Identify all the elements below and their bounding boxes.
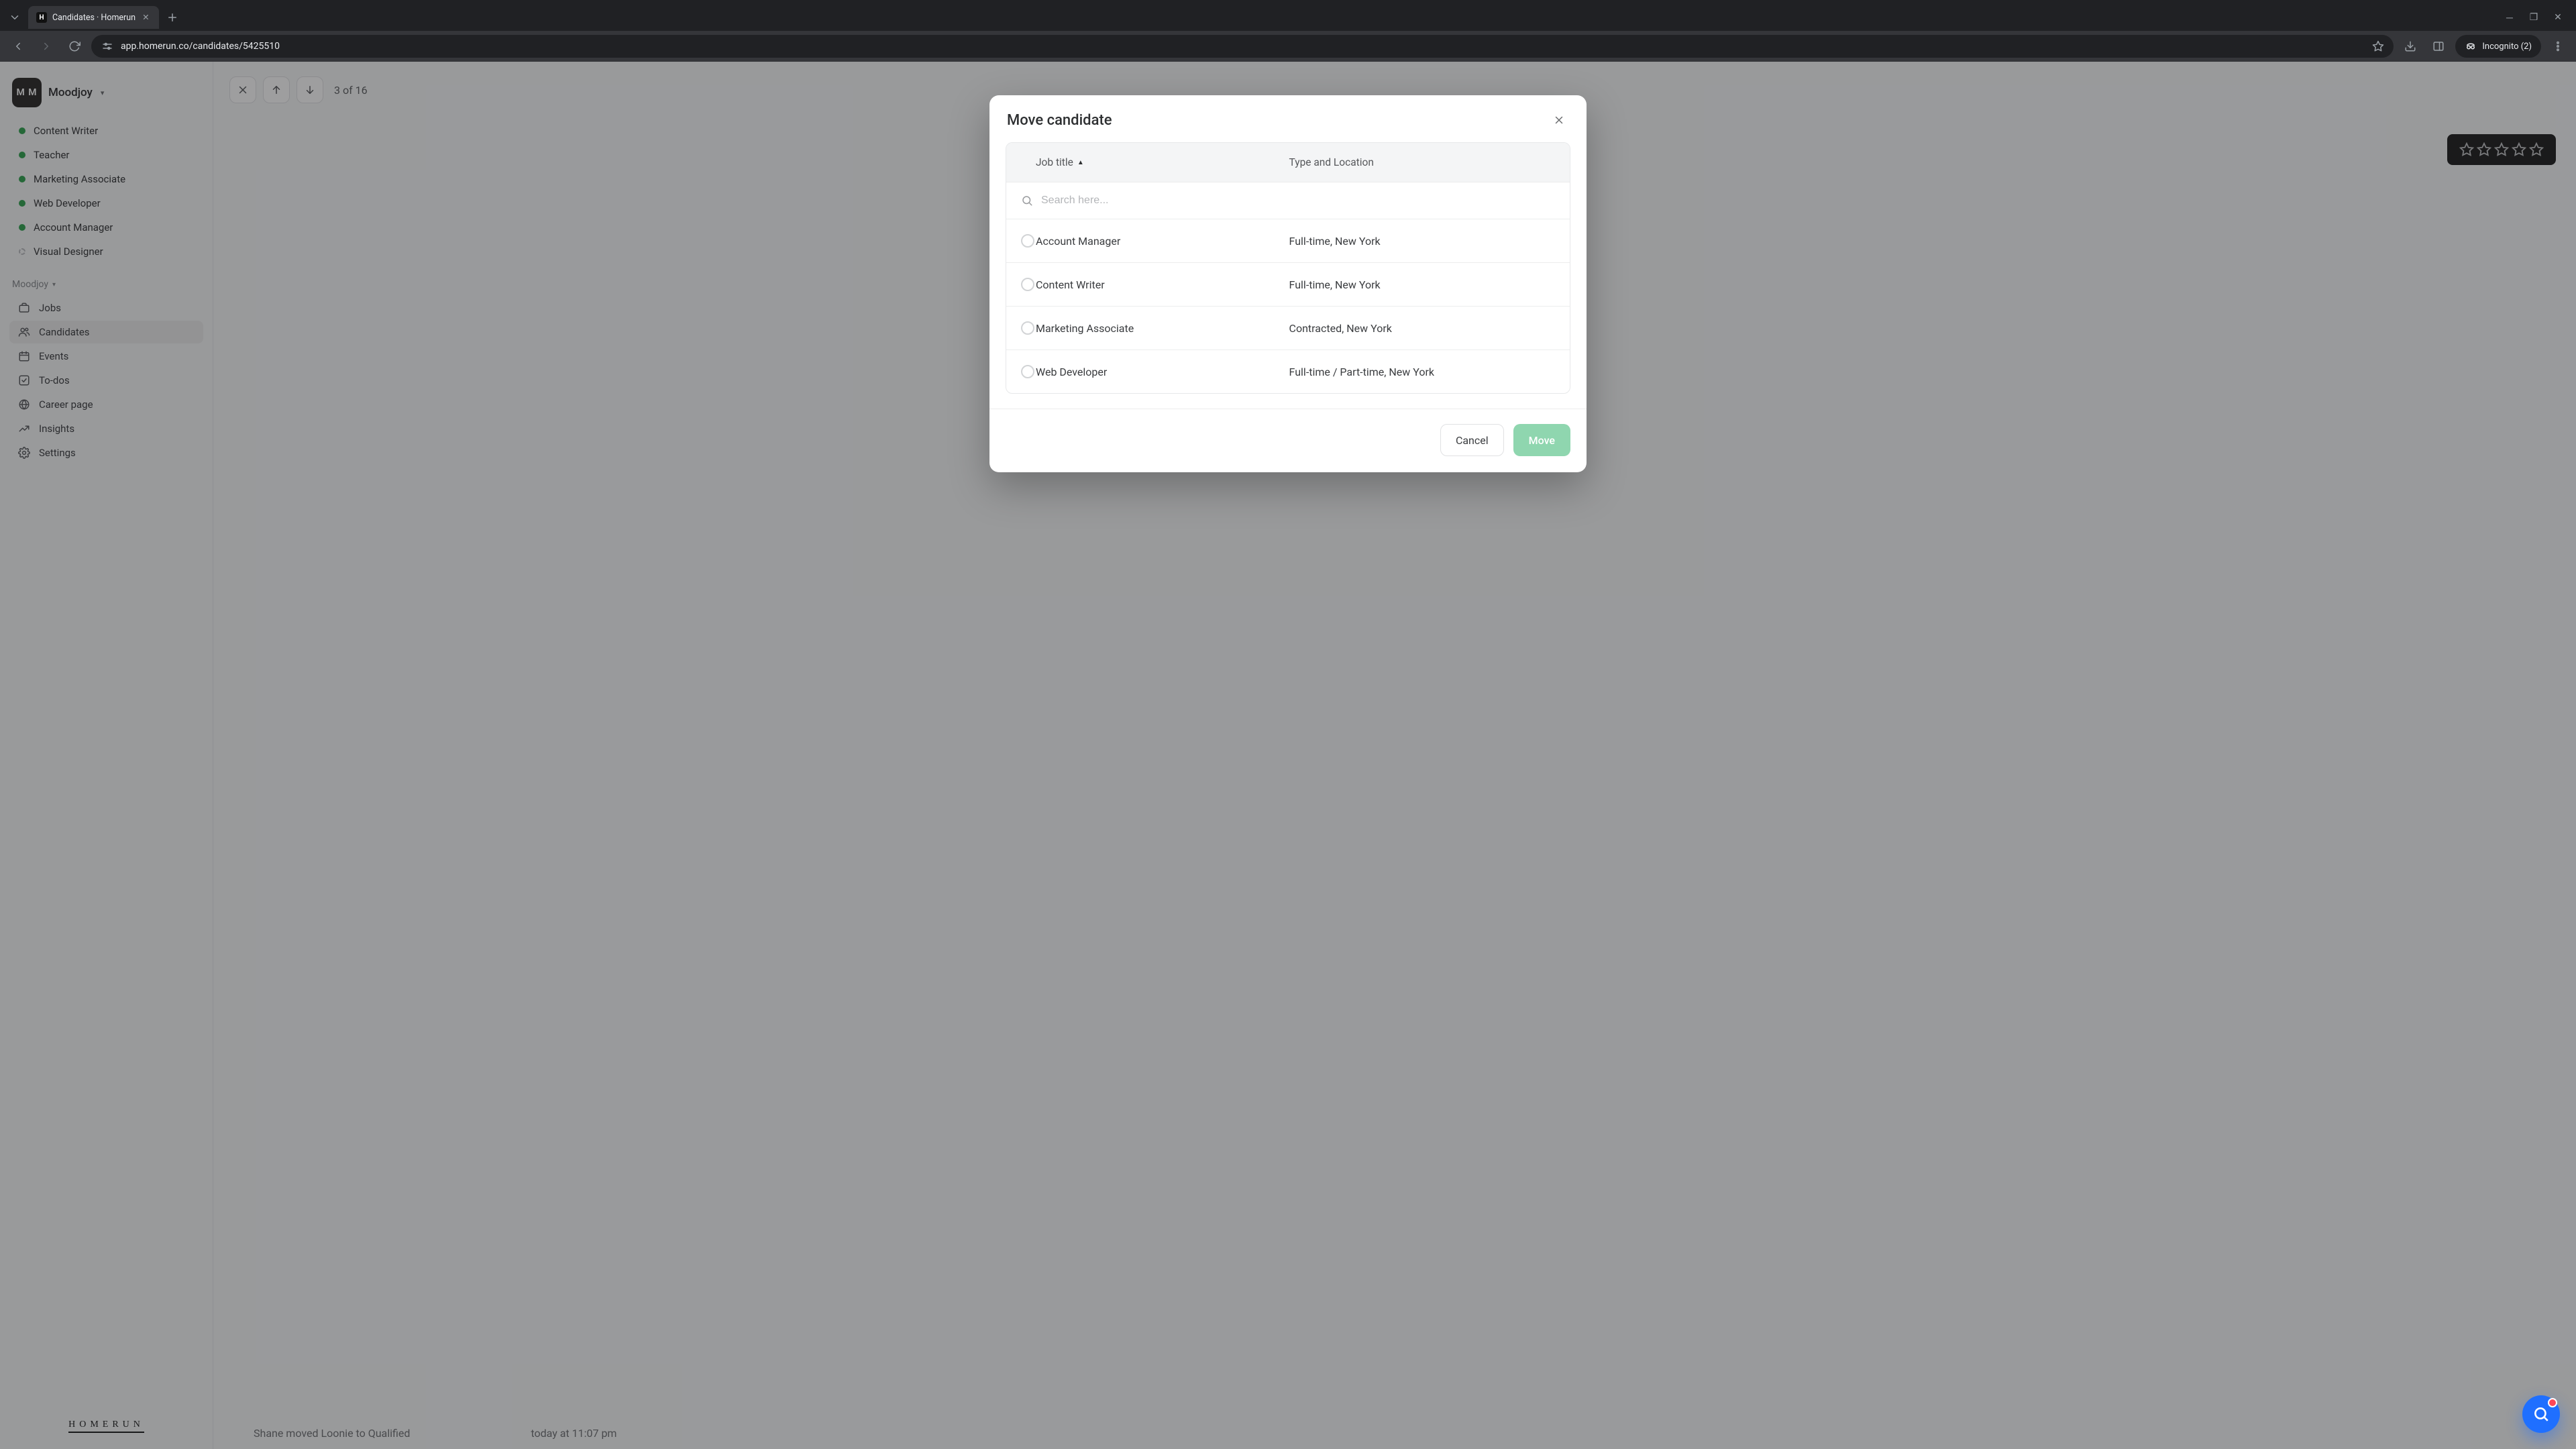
row-meta: Contracted, New York <box>1289 322 1555 335</box>
job-picker-table: Job title ▲ Type and Location Account Ma… <box>1006 142 1570 394</box>
cancel-button[interactable]: Cancel <box>1440 424 1504 456</box>
nav-back-button[interactable] <box>7 35 30 58</box>
table-row[interactable]: Account Manager Full-time, New York <box>1006 219 1570 262</box>
row-job-title: Web Developer <box>1036 366 1289 378</box>
column-job-title[interactable]: Job title ▲ <box>1036 156 1289 168</box>
help-fab[interactable] <box>2522 1395 2560 1433</box>
tab-title: Candidates · Homerun <box>52 13 136 23</box>
browser-tabstrip: H Candidates · Homerun ✕ ─ ❐ ✕ <box>0 0 2576 31</box>
column-label: Job title <box>1036 156 1073 168</box>
window-controls: ─ ❐ ✕ <box>2504 12 2571 23</box>
row-job-title: Account Manager <box>1036 235 1289 248</box>
table-header: Job title ▲ Type and Location <box>1006 143 1570 182</box>
modal-footer: Cancel Move <box>989 409 1587 472</box>
url-text: app.homerun.co/candidates/5425510 <box>121 41 280 52</box>
modal-scrim[interactable]: Move candidate Job title ▲ Type and Loca… <box>0 62 2576 1449</box>
table-row[interactable]: Content Writer Full-time, New York <box>1006 262 1570 306</box>
incognito-indicator[interactable]: Incognito (2) <box>2455 35 2541 58</box>
row-job-title: Marketing Associate <box>1036 322 1289 335</box>
downloads-button[interactable] <box>2399 35 2422 58</box>
new-tab-button[interactable] <box>163 8 182 27</box>
row-job-title: Content Writer <box>1036 278 1289 291</box>
bookmark-icon[interactable] <box>2372 40 2384 52</box>
row-meta: Full-time, New York <box>1289 278 1555 291</box>
browser-tab[interactable]: H Candidates · Homerun ✕ <box>28 6 159 29</box>
window-maximize[interactable]: ❐ <box>2528 12 2540 23</box>
window-close[interactable]: ✕ <box>2552 12 2564 23</box>
incognito-label: Incognito (2) <box>2482 42 2532 52</box>
row-meta: Full-time / Part-time, New York <box>1289 366 1555 378</box>
table-row[interactable]: Marketing Associate Contracted, New York <box>1006 306 1570 350</box>
address-bar[interactable]: app.homerun.co/candidates/5425510 <box>91 35 2394 58</box>
modal-title: Move candidate <box>1007 112 1112 129</box>
sort-asc-icon: ▲ <box>1077 159 1084 166</box>
row-meta: Full-time, New York <box>1289 235 1555 248</box>
move-candidate-modal: Move candidate Job title ▲ Type and Loca… <box>989 95 1587 472</box>
job-search-input[interactable] <box>1041 195 1555 207</box>
move-button[interactable]: Move <box>1513 424 1570 456</box>
radio-unselected-icon[interactable] <box>1021 234 1034 248</box>
column-type-location[interactable]: Type and Location <box>1289 156 1555 168</box>
radio-unselected-icon[interactable] <box>1021 365 1034 378</box>
browser-menu-button[interactable] <box>2546 35 2569 58</box>
tab-search-button[interactable] <box>5 8 24 27</box>
window-minimize[interactable]: ─ <box>2504 12 2516 23</box>
site-settings-icon[interactable] <box>101 40 114 53</box>
table-row[interactable]: Web Developer Full-time / Part-time, New… <box>1006 350 1570 393</box>
tab-close-button[interactable]: ✕ <box>141 12 150 23</box>
table-search-row <box>1006 182 1570 219</box>
search-icon <box>1021 195 1033 207</box>
sidepanel-button[interactable] <box>2427 35 2450 58</box>
nav-forward-button[interactable] <box>35 35 58 58</box>
app-root: M M Moodjoy ▾ Content Writer Teacher Mar… <box>0 62 2576 1449</box>
radio-unselected-icon[interactable] <box>1021 321 1034 335</box>
tab-favicon: H <box>36 12 47 23</box>
radio-unselected-icon[interactable] <box>1021 278 1034 291</box>
modal-close-button[interactable] <box>1549 110 1569 130</box>
nav-reload-button[interactable] <box>63 35 86 58</box>
notification-badge-icon <box>2548 1398 2557 1407</box>
browser-toolbar: app.homerun.co/candidates/5425510 Incogn… <box>0 31 2576 62</box>
